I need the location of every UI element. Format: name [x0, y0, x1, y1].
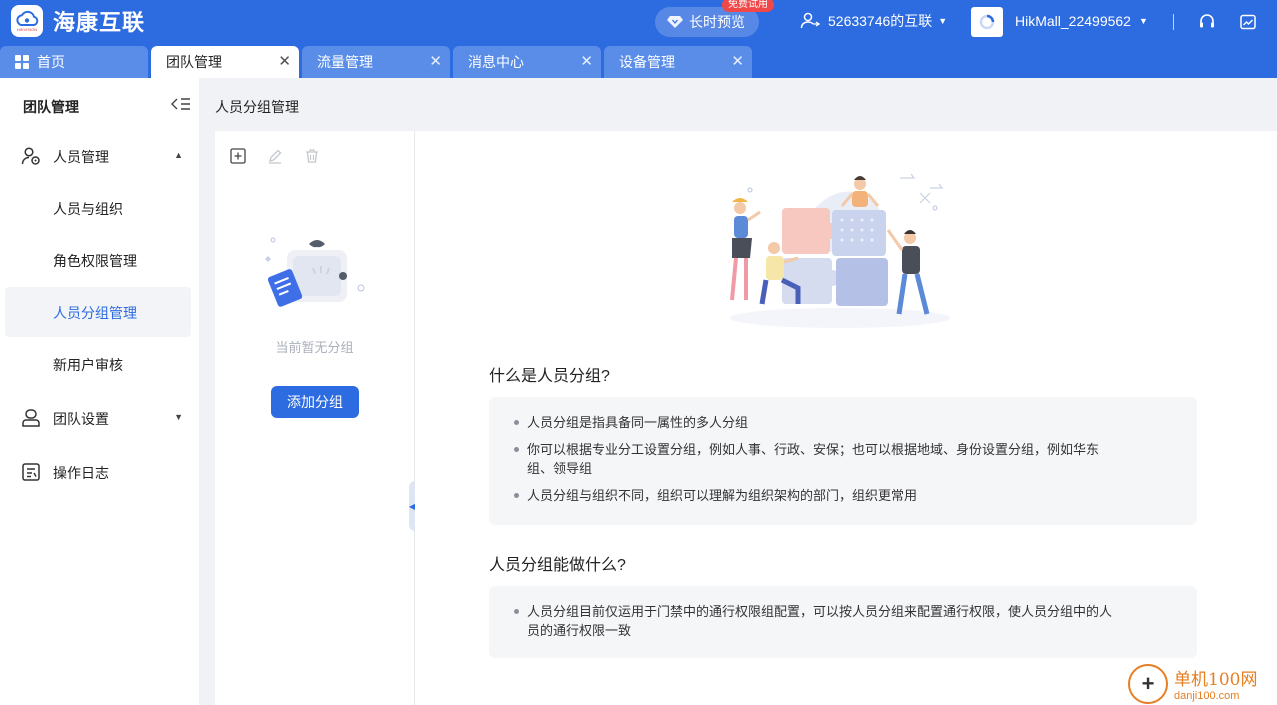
tab-label: 团队管理	[166, 54, 222, 70]
tab-message-center[interactable]: 消息中心 ✕	[453, 46, 601, 78]
sidebar-item-team-settings[interactable]: 团队设置 ▼	[5, 393, 191, 443]
cloud-logo-icon: HIKVISION	[11, 5, 43, 37]
close-icon[interactable]: ✕	[580, 53, 593, 71]
sidebar-item-people-management[interactable]: 人员管理 ▲	[5, 131, 191, 181]
sidebar-item-people-groups[interactable]: 人员分组管理	[5, 287, 191, 337]
sidebar-item-label: 人员与组织	[53, 201, 123, 217]
sidebar-item-label: 人员分组管理	[53, 305, 137, 321]
team-puzzle-illustration-icon	[710, 168, 960, 333]
close-icon[interactable]: ✕	[429, 53, 442, 71]
logo-caption: HIKVISION	[17, 27, 37, 32]
empty-box-illustration-icon	[263, 228, 371, 321]
people-settings-icon	[21, 146, 41, 166]
tab-bar: 首页 团队管理 ✕ 流量管理 ✕ 消息中心 ✕ 设备管理 ✕	[0, 46, 1277, 78]
sidebar-item-new-user-review[interactable]: 新用户审核	[5, 339, 191, 389]
top-header: HIKVISION 海康互联 长时预览 免费试用 52633746的互联 ▼ H…	[0, 0, 1277, 46]
breadcrumb: 人员分组管理	[215, 99, 299, 115]
sidebar-title: 团队管理	[23, 99, 79, 115]
chevron-down-icon: ▼	[1138, 16, 1148, 26]
add-square-icon[interactable]	[229, 147, 247, 165]
group-list-panel: 当前暂无分组 添加分组	[215, 131, 414, 705]
log-icon	[21, 462, 41, 482]
what-can-group-do-title: 人员分组能做什么?	[489, 557, 626, 574]
info-bullet-continued: 组、领导组	[527, 461, 593, 476]
dashboard-icon[interactable]	[1238, 12, 1258, 32]
tab-label: 消息中心	[468, 54, 524, 70]
sidebar-item-role-permissions[interactable]: 角色权限管理	[5, 235, 191, 285]
sidebar: 团队管理 人员管理 ▲ 人员与组织 角色权限管理 人员分组管理 新用户审核 团队…	[0, 78, 199, 705]
tab-label: 首页	[37, 54, 65, 70]
empty-groups-text: 当前暂无分组	[275, 340, 354, 355]
tab-label: 设备管理	[619, 54, 675, 70]
sidebar-item-label: 新用户审核	[53, 357, 123, 373]
sidebar-item-people-and-org[interactable]: 人员与组织	[5, 183, 191, 233]
org-switcher[interactable]: 52633746的互联 ▼	[800, 11, 947, 31]
close-icon[interactable]: ✕	[278, 53, 291, 71]
watermark-url: danji100.com	[1174, 690, 1240, 702]
tab-team-management[interactable]: 团队管理 ✕	[151, 46, 299, 78]
diamond-icon	[667, 16, 683, 28]
sidebar-item-operation-log[interactable]: 操作日志	[5, 447, 191, 497]
tab-traffic-management[interactable]: 流量管理 ✕	[302, 46, 450, 78]
site-watermark: + 单机100网 danji100.com	[1128, 662, 1277, 705]
edit-icon[interactable]	[266, 147, 284, 165]
close-icon[interactable]: ✕	[731, 53, 744, 71]
preview-label: 长时预览	[689, 14, 745, 30]
tab-label: 流量管理	[317, 54, 373, 70]
header-divider	[1173, 14, 1174, 30]
watermark-title: 单机100网	[1174, 670, 1258, 690]
avatar[interactable]	[971, 7, 1003, 37]
brand-name: 海康互联	[53, 10, 146, 35]
tab-device-management[interactable]: 设备管理 ✕	[604, 46, 752, 78]
what-is-group-box: 人员分组是指具备同一属性的多人分组 你可以根据专业分工设置分组，例如人事、行政、…	[489, 397, 1197, 525]
group-help-panel: 什么是人员分组? 人员分组是指具备同一属性的多人分组 你可以根据专业分工设置分组…	[415, 131, 1277, 705]
username: HikMall_22499562	[1015, 13, 1131, 29]
chevron-up-icon: ▲	[174, 150, 183, 160]
brand[interactable]: HIKVISION 海康互联	[11, 5, 145, 37]
what-is-group-title: 什么是人员分组?	[489, 368, 610, 385]
what-can-group-do-box: 人员分组目前仅运用于门禁中的通行权限组配置，可以按人员分组来配置通行权限，使人员…	[489, 586, 1197, 658]
collapse-sidebar-icon[interactable]	[170, 95, 192, 113]
sidebar-item-label: 团队设置	[53, 411, 109, 427]
add-group-button[interactable]: 添加分组	[271, 386, 359, 418]
sidebar-item-label: 人员管理	[53, 149, 109, 165]
free-trial-badge: 免费试用	[722, 0, 774, 12]
org-name: 52633746的互联	[828, 13, 933, 29]
headset-icon[interactable]	[1197, 12, 1217, 32]
info-bullet: 人员分组目前仅运用于门禁中的通行权限组配置，可以按人员分组来配置通行权限，使人员…	[513, 604, 1113, 619]
grid-icon	[15, 55, 29, 69]
info-bullet-continued: 员的通行权限一致	[527, 623, 632, 638]
chevron-down-icon: ▼	[938, 16, 948, 26]
tab-home[interactable]: 首页	[0, 46, 148, 78]
user-switch-icon	[800, 12, 820, 29]
plus-circle-logo-icon: +	[1128, 663, 1168, 704]
info-bullet: 你可以根据专业分工设置分组，例如人事、行政、安保；也可以根据地域、身份设置分组，…	[513, 442, 1100, 457]
info-bullet: 人员分组与组织不同，组织可以理解为组织架构的部门，组织更常用	[513, 488, 918, 503]
chevron-down-icon: ▼	[174, 412, 183, 422]
team-icon	[21, 408, 41, 428]
loading-spinner-icon	[979, 14, 995, 30]
trash-icon[interactable]	[303, 147, 321, 165]
info-bullet: 人员分组是指具备同一属性的多人分组	[513, 415, 749, 430]
sidebar-item-label: 角色权限管理	[53, 253, 137, 269]
user-menu[interactable]: HikMall_22499562 ▼	[1015, 13, 1148, 29]
sidebar-item-label: 操作日志	[53, 465, 109, 481]
